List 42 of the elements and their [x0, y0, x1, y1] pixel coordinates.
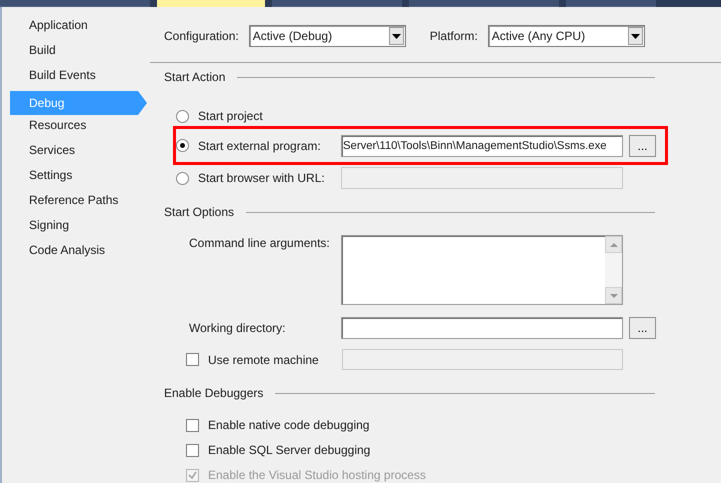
checkbox-label: Enable the Visual Studio hosting process	[208, 468, 426, 482]
document-tab[interactable]	[566, 0, 656, 7]
checkbox-label: Use remote machine	[208, 352, 319, 366]
scroll-up-arrow-icon[interactable]	[610, 242, 618, 246]
working-directory-field[interactable]	[341, 317, 623, 339]
document-tab[interactable]	[409, 0, 559, 7]
checkbox[interactable]	[186, 353, 199, 366]
radio-button[interactable]	[176, 110, 189, 122]
scrollbar[interactable]	[605, 236, 622, 304]
browse-button[interactable]: ...	[629, 134, 656, 156]
arguments-label: Command line arguments:	[189, 236, 331, 250]
document-tab[interactable]	[272, 0, 402, 7]
radio-label: Start browser with URL:	[198, 171, 325, 185]
checkbox[interactable]	[186, 418, 199, 432]
section-title: Start Options	[164, 205, 234, 219]
sidebar-item[interactable]: Services	[10, 141, 128, 166]
radio-label: Start project	[198, 109, 263, 123]
checkbox-label: Enable native code debugging	[208, 418, 370, 432]
platform-label: Platform:	[430, 29, 478, 43]
radio-label: Start external program:	[198, 138, 321, 152]
radio-button[interactable]	[176, 139, 189, 152]
working-directory-label: Working directory:	[189, 321, 286, 335]
configuration-dropdown[interactable]: Active (Debug)	[248, 25, 406, 47]
sidebar-item[interactable]: Build Events	[10, 66, 128, 91]
arguments-textarea[interactable]	[341, 235, 623, 305]
sidebar-item[interactable]: Application	[10, 16, 128, 41]
program-path-field[interactable]: Server\110\Tools\Binn\ManagementStudio\Ssms.exe	[341, 134, 623, 156]
sidebar-item[interactable]: Reference Paths	[10, 191, 128, 216]
sidebar-item[interactable]: Code Analysis	[10, 241, 128, 266]
sidebar-item[interactable]: Signing	[10, 216, 128, 241]
sidebar-item[interactable]: Build	[10, 41, 128, 66]
section-title: Start Action	[164, 70, 226, 84]
browse-button[interactable]: ...	[629, 317, 656, 339]
checkbox[interactable]	[186, 444, 199, 456]
scroll-down-arrow-icon[interactable]	[610, 294, 618, 298]
section-title: Enable Debuggers	[164, 386, 264, 400]
configuration-label: Configuration:	[164, 29, 239, 43]
document-tab[interactable]	[0, 0, 150, 7]
checkbox-label: Enable SQL Server debugging	[208, 443, 370, 457]
sidebar-item[interactable]: Resources	[10, 116, 128, 141]
platform-dropdown[interactable]: Active (Any CPU)	[488, 25, 645, 47]
sidebar-item[interactable]: Settings	[10, 166, 128, 191]
